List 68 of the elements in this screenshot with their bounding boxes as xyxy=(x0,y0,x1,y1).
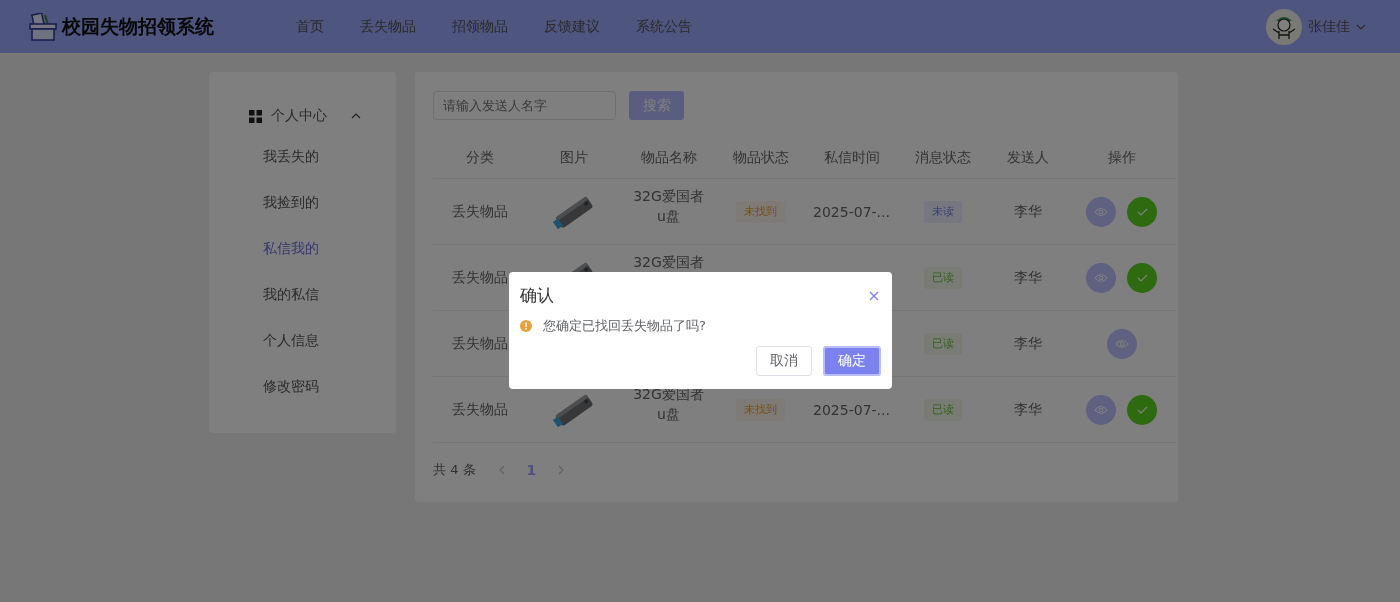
column-header: 分类 xyxy=(466,149,494,165)
table-cell: 丢失物品 xyxy=(452,202,508,219)
confirm-button[interactable]: 确定 xyxy=(823,346,881,376)
app-title: 校园失物招领系统 xyxy=(62,13,214,39)
table-cell: 李华 xyxy=(1013,400,1042,417)
table-cell: 李华 xyxy=(1013,202,1042,219)
menu-item[interactable]: 私信我的 xyxy=(249,225,396,271)
table-cell-text: 32G爱国者 xyxy=(632,252,705,272)
check-icon xyxy=(1136,273,1148,282)
column-header: 图片 xyxy=(560,149,588,165)
total-count: 共 4 条 xyxy=(433,461,476,479)
next-page-icon[interactable] xyxy=(558,465,566,475)
eye-icon xyxy=(1094,404,1108,415)
table-cell: 丢失物品 xyxy=(452,268,508,285)
nav-link[interactable]: 系统公告 xyxy=(618,17,710,36)
check-icon xyxy=(1136,405,1148,414)
status-tag: 已读 xyxy=(924,398,962,421)
nav-link[interactable]: 反馈建议 xyxy=(526,17,618,36)
dialog-message: 您确定已找回丢失物品了吗? xyxy=(543,317,706,335)
nav-link[interactable]: 招领物品 xyxy=(434,17,526,36)
table-cell: 丢失物品 xyxy=(452,334,508,351)
status-tag: 已读 xyxy=(924,266,962,289)
column-header: 发送人 xyxy=(1006,149,1049,165)
column-header: 消息状态 xyxy=(915,149,971,165)
view-button[interactable] xyxy=(1086,196,1116,227)
table-cell-text: 32G爱国者u盘 xyxy=(632,186,705,226)
eye-icon xyxy=(1094,272,1108,283)
menu-group[interactable]: 个人中心 xyxy=(249,101,361,131)
menu-item[interactable]: 个人信息 xyxy=(249,317,396,363)
eye-icon xyxy=(1094,206,1108,217)
eye-icon xyxy=(1114,338,1129,349)
dialog-title: 确认 xyxy=(520,284,554,307)
chevron-icon xyxy=(351,113,361,119)
table-cell: 2025-07-... xyxy=(813,401,890,418)
cancel-button[interactable]: 取消 xyxy=(756,346,812,376)
avatar-icon[interactable] xyxy=(1266,8,1302,45)
column-header: 私信时间 xyxy=(823,149,880,165)
menu-item[interactable]: 我的私信 xyxy=(249,271,396,317)
caret-icon[interactable] xyxy=(1356,23,1366,30)
nav-link[interactable]: 首页 xyxy=(278,17,342,36)
confirm-button[interactable] xyxy=(1127,394,1157,425)
grid-icon xyxy=(249,109,262,123)
view-button[interactable] xyxy=(1086,262,1116,293)
table-cell: 李华 xyxy=(1013,334,1042,351)
table-cell: 2025-07-... xyxy=(813,203,890,220)
nav-link[interactable]: 丢失物品 xyxy=(342,17,434,36)
table-cell: 丢失物品 xyxy=(452,400,508,417)
confirm-button[interactable] xyxy=(1127,196,1157,227)
search-field[interactable]: 请输入发送人名字 xyxy=(433,91,616,120)
close-icon[interactable] xyxy=(869,290,879,301)
menu-item[interactable]: 我捡到的 xyxy=(249,179,396,225)
column-header: 物品状态 xyxy=(732,149,789,165)
check-icon xyxy=(1136,207,1148,216)
view-button[interactable] xyxy=(1106,328,1137,359)
status-tag: 已读 xyxy=(924,332,962,355)
confirm-button[interactable] xyxy=(1127,262,1157,293)
warning-icon xyxy=(520,320,532,332)
view-button[interactable] xyxy=(1086,394,1116,425)
table-cell: 李华 xyxy=(1013,268,1042,285)
box-logo-icon xyxy=(28,12,58,41)
menu-item[interactable]: 我丢失的 xyxy=(249,133,396,179)
prev-page-icon[interactable] xyxy=(497,465,505,475)
column-header: 物品名称 xyxy=(640,149,697,165)
menu-item[interactable]: 修改密码 xyxy=(249,363,396,409)
status-tag: 未找到 xyxy=(736,200,785,223)
column-header: 操作 xyxy=(1107,149,1136,165)
user-name[interactable]: 张佳佳 xyxy=(1308,17,1350,36)
status-tag: 未找到 xyxy=(736,398,785,421)
